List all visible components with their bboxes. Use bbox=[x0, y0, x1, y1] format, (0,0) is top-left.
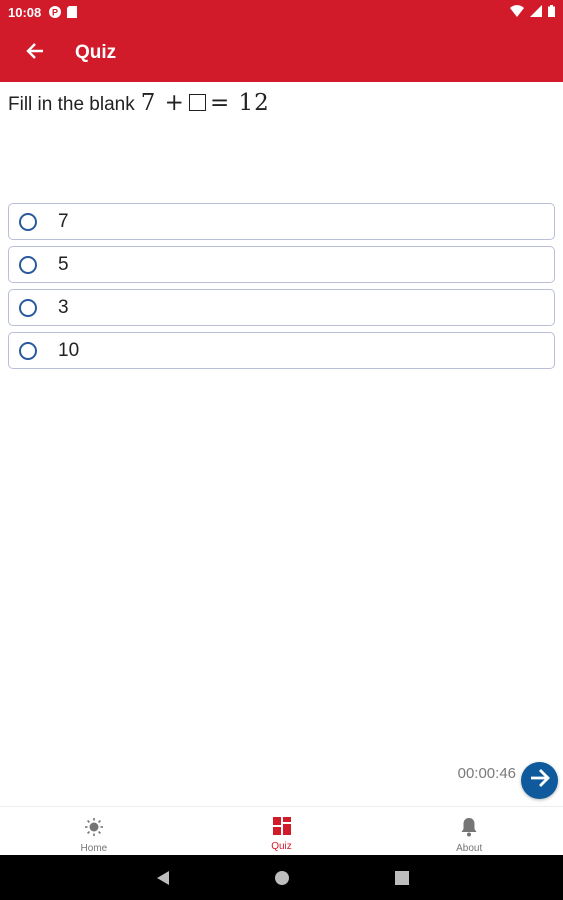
bell-icon bbox=[460, 817, 478, 842]
wifi-icon bbox=[510, 4, 524, 20]
nav-item-home[interactable]: Home bbox=[0, 807, 188, 855]
option-label: 3 bbox=[58, 296, 69, 318]
nav-item-about[interactable]: About bbox=[375, 807, 563, 855]
status-bar: 10:08 P bbox=[0, 0, 563, 24]
question-prompt: Fill in the blank bbox=[8, 94, 135, 115]
quiz-timer: 00:00:46 bbox=[457, 765, 516, 782]
home-circle-icon[interactable] bbox=[267, 863, 297, 893]
nav-item-quiz[interactable]: Quiz bbox=[188, 807, 376, 855]
radio-button[interactable] bbox=[19, 255, 37, 274]
radio-button[interactable] bbox=[19, 298, 37, 317]
back-triangle-icon[interactable] bbox=[148, 863, 178, 893]
page-title: Quiz bbox=[75, 42, 117, 63]
status-right-icons bbox=[510, 4, 555, 20]
answer-option[interactable]: 10 bbox=[8, 332, 555, 369]
system-navigation-bar bbox=[0, 855, 563, 900]
p-icon: P bbox=[49, 6, 62, 18]
answer-options: 7 5 3 10 bbox=[8, 203, 555, 375]
recents-square-icon[interactable] bbox=[387, 863, 417, 893]
option-label: 7 bbox=[58, 210, 69, 232]
math-right: = 12 bbox=[209, 90, 270, 116]
arrow-left-icon bbox=[26, 42, 44, 65]
arrow-right-icon bbox=[529, 767, 551, 794]
question-math: 7 + = 12 bbox=[141, 90, 270, 116]
nav-label-home: Home bbox=[80, 843, 108, 854]
question-text: Fill in the blank 7 + = 12 bbox=[8, 90, 555, 116]
nav-label-quiz: Quiz bbox=[271, 841, 292, 852]
nav-label-about: About bbox=[456, 843, 483, 854]
radio-button[interactable] bbox=[19, 212, 37, 231]
answer-option[interactable]: 3 bbox=[8, 289, 555, 326]
battery-icon bbox=[548, 4, 555, 20]
math-left: 7 + bbox=[140, 90, 185, 116]
status-time: 10:08 bbox=[8, 4, 42, 20]
option-label: 10 bbox=[58, 339, 80, 361]
app-bar: Quiz bbox=[0, 24, 563, 82]
back-button[interactable] bbox=[13, 31, 57, 75]
answer-option[interactable]: 7 bbox=[8, 203, 555, 240]
grid-icon bbox=[272, 817, 291, 840]
svg-text:P: P bbox=[52, 8, 58, 18]
bottom-navigation: Home Quiz About bbox=[0, 806, 563, 855]
next-button[interactable] bbox=[521, 762, 558, 799]
radio-button[interactable] bbox=[19, 341, 37, 360]
option-label: 5 bbox=[58, 253, 69, 275]
answer-option[interactable]: 5 bbox=[8, 246, 555, 283]
signal-icon bbox=[530, 4, 542, 20]
sd-card-icon bbox=[67, 6, 78, 18]
sun-icon bbox=[84, 817, 104, 842]
blank-box bbox=[188, 94, 206, 111]
